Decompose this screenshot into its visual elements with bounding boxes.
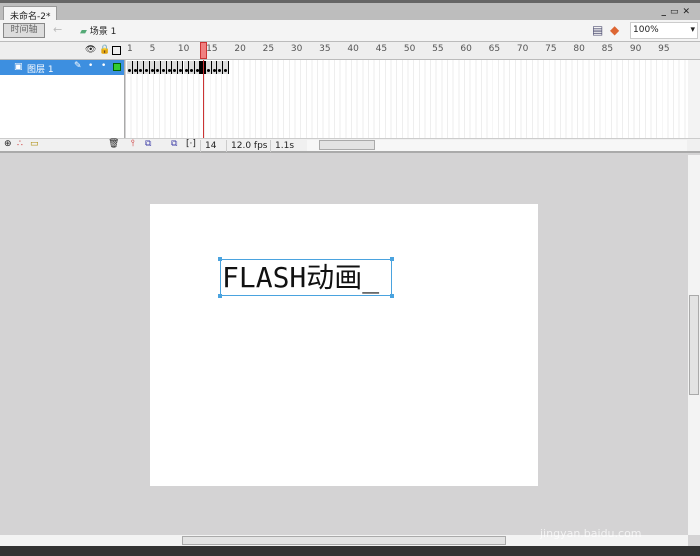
ruler-tick: 1: [127, 44, 133, 54]
center-frame-icon[interactable]: ⫯: [131, 139, 135, 149]
clapper-icon: ▰: [80, 27, 87, 37]
zoom-value: 100%: [633, 25, 659, 35]
ruler-tick: 30: [290, 44, 303, 54]
keyframe[interactable]: [223, 61, 229, 74]
minimize-button[interactable]: _: [661, 7, 670, 17]
timeline-vertical-scrollbar[interactable]: [688, 60, 700, 138]
outline-icon[interactable]: [112, 46, 121, 55]
ruler-tick: 75: [545, 44, 557, 54]
add-layer-icon[interactable]: ⊕: [4, 139, 12, 149]
scroll-thumb[interactable]: [319, 140, 375, 150]
timeline-horizontal-scrollbar[interactable]: [307, 140, 687, 151]
ruler-tick: 45: [375, 44, 388, 54]
ruler-tick: 50: [403, 44, 416, 54]
handle[interactable]: [390, 294, 394, 298]
ruler-tick: 20: [234, 44, 246, 54]
edit-multiple-frames-icon[interactable]: [·]: [186, 139, 196, 149]
stage[interactable]: [150, 204, 538, 486]
status-bar: [0, 546, 700, 556]
restore-button[interactable]: ▭: [670, 7, 683, 17]
vertical-scroll-thumb[interactable]: [689, 295, 699, 395]
ruler-tick: 80: [573, 44, 585, 54]
ruler-tick: 40: [347, 44, 359, 54]
frame-rate[interactable]: 12.0 fps: [226, 140, 271, 152]
text-field[interactable]: FLASH动画_: [220, 259, 392, 296]
handle[interactable]: [390, 257, 394, 261]
playhead[interactable]: [200, 42, 207, 59]
frame-ruler[interactable]: 1 5 10 15 20 25 30 35 40 45 50 55 60 65 70 75 80 85 90 95: [126, 42, 686, 60]
trash-icon[interactable]: 🗑: [108, 139, 119, 149]
edit-symbols-icon[interactable]: ◆: [610, 23, 619, 37]
timeline-footer: ⊕ ∴ ▭ 🗑 ⫯ ⧉ ⧉ [·] 14 12.0 fps 1.1s: [0, 138, 700, 153]
edit-bar: 时间轴 ← ▰ 场景 1 ▤ ◆ 100% ▾: [0, 20, 700, 42]
ruler-tick: 65: [488, 44, 501, 54]
window-controls[interactable]: _▭✕: [661, 7, 694, 17]
visible-dot[interactable]: •: [88, 61, 93, 71]
arrow-left-icon[interactable]: ←: [53, 23, 62, 36]
frames-grid[interactable]: [126, 60, 688, 138]
document-tab-bar: 未命名-2* _▭✕: [0, 0, 700, 23]
ruler-tick: 85: [601, 44, 614, 54]
lock-dot[interactable]: •: [101, 61, 106, 71]
ruler-tick: 95: [658, 44, 670, 54]
timeline-toggle-button[interactable]: 时间轴: [3, 23, 45, 38]
current-frame[interactable]: 14: [200, 140, 220, 152]
ruler-tick: 60: [460, 44, 472, 54]
layer-name: 图层 1: [27, 65, 54, 75]
ruler-tick: 5: [149, 44, 156, 54]
ruler-tick: 10: [177, 44, 190, 54]
zoom-select[interactable]: 100% ▾: [630, 22, 698, 39]
scene-breadcrumb[interactable]: ▰ 场景 1: [80, 24, 116, 37]
lock-icon[interactable]: 🔒: [99, 45, 110, 55]
ruler-tick: 70: [516, 44, 529, 54]
scene-label: 场景 1: [89, 27, 117, 37]
edit-scene-icon[interactable]: ▤: [592, 23, 603, 37]
onion-skin-icon[interactable]: ⧉: [145, 139, 151, 149]
ruler-tick: 25: [262, 44, 275, 54]
layer-icon: ▣: [14, 62, 23, 72]
ruler-tick: 55: [432, 44, 444, 54]
layer-color-swatch[interactable]: [113, 63, 121, 71]
horizontal-scroll-thumb[interactable]: [182, 536, 506, 545]
ruler-tick: 90: [629, 44, 642, 54]
add-folder-icon[interactable]: ▭: [30, 139, 39, 149]
eye-icon[interactable]: 👁: [85, 45, 96, 55]
handle[interactable]: [218, 294, 222, 298]
pencil-icon: ✎: [74, 61, 82, 71]
elapsed-time: 1.1s: [270, 140, 298, 152]
ruler-tick: 15: [206, 44, 218, 54]
handle[interactable]: [218, 257, 222, 261]
add-guide-icon[interactable]: ∴: [17, 139, 23, 149]
chevron-down-icon: ▾: [690, 25, 695, 35]
ruler-tick: 35: [319, 44, 331, 54]
close-button[interactable]: ✕: [682, 7, 694, 17]
layer-row[interactable]: ▣ 图层 1 ✎ • •: [0, 60, 124, 75]
playhead-line: [203, 60, 204, 138]
onion-outline-icon[interactable]: ⧉: [171, 139, 177, 149]
watermark: jingyan.baidu.com: [540, 527, 642, 540]
